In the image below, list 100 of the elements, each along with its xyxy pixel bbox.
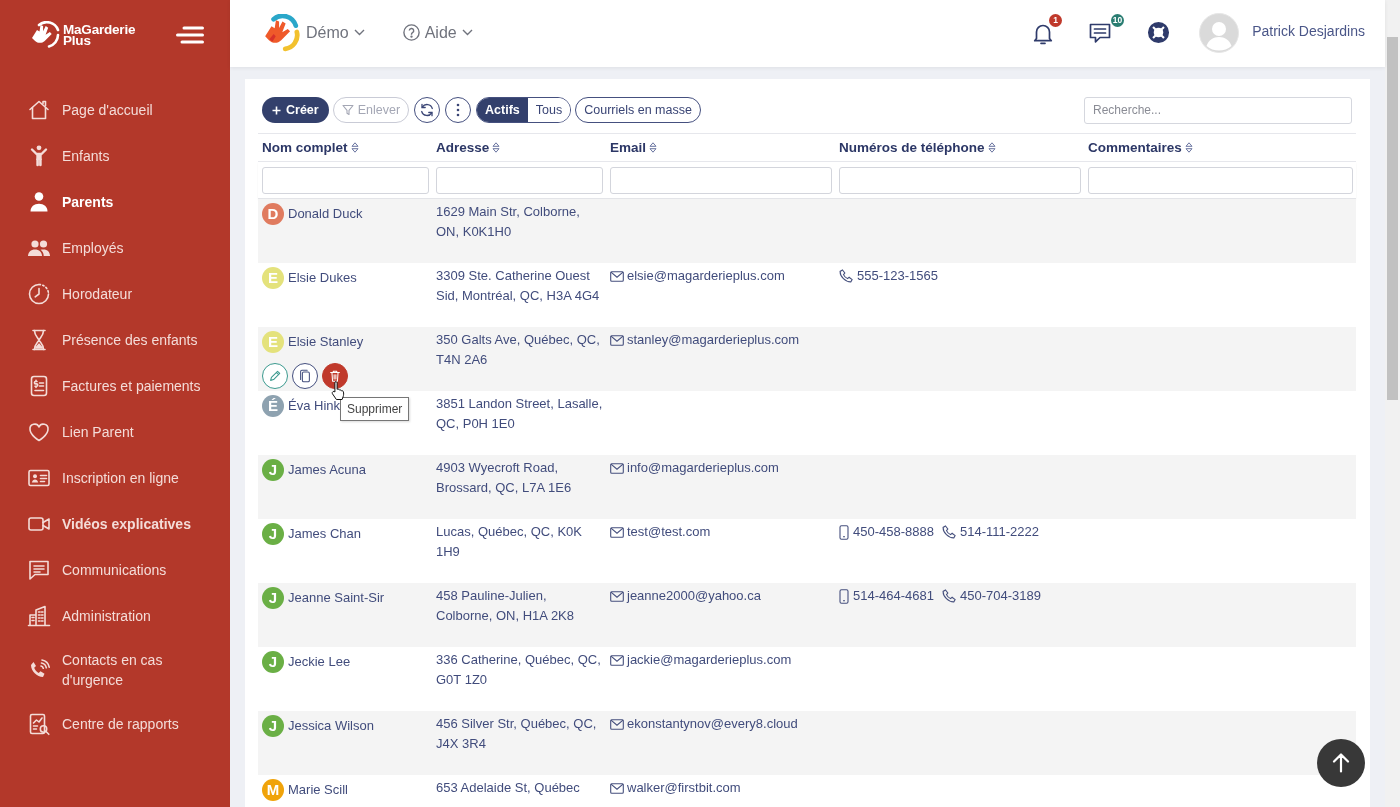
person-name: Elsie Stanley (288, 333, 364, 351)
logo-text: MaGarderie Plus (63, 23, 136, 47)
mobile-phone-icon (839, 524, 849, 540)
sidebar-item[interactable]: Inscription en ligne (0, 455, 230, 501)
envelope-icon (610, 462, 624, 474)
envelope-icon (610, 718, 624, 730)
sidebar-item[interactable]: Employés (0, 225, 230, 271)
sort-icon[interactable] (350, 142, 359, 153)
phone-number: 450-704-3189 (959, 587, 1041, 605)
status-tab[interactable]: Actifs (477, 98, 528, 122)
avatar: E (262, 331, 284, 353)
tooltip: Supprimer (340, 397, 410, 421)
filter-field[interactable] (262, 167, 429, 194)
person-name: Jessica Wilson (288, 717, 374, 735)
message-badge: 10 (1110, 13, 1125, 27)
hands-logo-icon[interactable] (262, 13, 300, 52)
filter-field[interactable] (436, 167, 603, 194)
vertical-dots-icon (456, 103, 461, 117)
email-address: jeanne2000@yahoo.ca (627, 587, 761, 605)
person-name: Jeckie Lee (288, 653, 351, 671)
avatar: J (262, 651, 284, 673)
phone-number: 450-458-8888 (853, 523, 934, 541)
phone-number: 555-123-1565 (857, 267, 938, 285)
email-address: walker@firstbit.com (627, 779, 741, 797)
sidebar-item[interactable]: Communications (0, 547, 230, 593)
trash-icon (328, 369, 342, 383)
sort-icon[interactable] (492, 142, 501, 153)
building-icon (27, 604, 51, 628)
sort-icon[interactable] (649, 142, 658, 153)
email-address: stanley@magarderieplus.com (627, 331, 800, 349)
lifebuoy-icon[interactable] (1147, 21, 1171, 44)
address-text: 3309 Ste. Catherine Ouest Sid, Montréal, QC, H3A 4G4 (436, 268, 600, 303)
create-button[interactable]: Créer (262, 97, 329, 123)
person-name: Jeanne Saint-Sir (288, 589, 385, 607)
phone-number: 514-464-4681 (853, 587, 934, 605)
avatar: J (262, 523, 284, 545)
person-name: James Acuna (288, 461, 367, 479)
person-name: Donald Duck (288, 205, 363, 223)
person-name: Éva Hink (288, 397, 341, 415)
sidebar-item[interactable]: Enfants (0, 133, 230, 179)
email-address: test@test.com (627, 523, 711, 541)
mobile-phone-icon (839, 588, 849, 604)
address-text: 1629 Main Str, Colborne, ON, K0K1H0 (436, 204, 580, 239)
sidebar-item[interactable]: Factures et paiements (0, 363, 230, 409)
column-header[interactable]: Email (610, 140, 647, 155)
envelope-icon (610, 654, 624, 666)
avatar: É (262, 395, 284, 417)
chevron-down-icon (461, 29, 473, 36)
envelope-icon (610, 526, 624, 538)
clock-icon (27, 282, 51, 306)
plus-icon (272, 105, 281, 115)
sidebar-item[interactable]: Lien Parent (0, 409, 230, 455)
search-field[interactable]: Recherche... (1084, 96, 1352, 124)
sort-icon[interactable] (987, 142, 996, 153)
sidebar-item[interactable]: Administration (0, 593, 230, 639)
sidebar-item[interactable]: Présence des enfants (0, 317, 230, 363)
column-header[interactable]: Commentaires (1088, 140, 1182, 155)
refresh-button[interactable] (414, 97, 441, 123)
avatar: J (262, 587, 284, 609)
filter-field[interactable] (839, 167, 1081, 194)
menu-icon[interactable] (176, 26, 204, 44)
copy-icon (298, 369, 312, 383)
notification-badge: 1 (1049, 13, 1063, 27)
sidebar-item[interactable]: Page d'accueil (0, 87, 230, 133)
sidebar-item[interactable]: Contacts en cas d'urgence (0, 639, 230, 701)
address-text: 336 Catherine, Québec, QC, G0T 1Z0 (436, 652, 601, 687)
bulk-email-button[interactable]: Courriels en masse (575, 97, 701, 123)
organization-menu[interactable]: Démo (306, 23, 365, 42)
address-text: 456 Silver Str, Québec, QC, J4X 3R4 (436, 716, 597, 751)
avatar: M (262, 779, 284, 801)
more-options-button[interactable] (445, 97, 472, 123)
sidebar-item[interactable]: Vidéos explicatives (0, 501, 230, 547)
phone-number: 514-111-2222 (959, 523, 1039, 541)
person-name: Elsie Dukes (288, 269, 357, 287)
sort-icon[interactable] (1184, 142, 1193, 153)
report-icon (27, 712, 51, 736)
edit-button[interactable] (262, 363, 288, 389)
pencil-icon (268, 369, 282, 383)
filter-field[interactable] (610, 167, 832, 194)
column-header[interactable]: Numéros de téléphone (839, 140, 985, 155)
email-address: elsie@magarderieplus.com (627, 267, 785, 285)
email-address: ekonstantynov@every8.cloud (627, 715, 798, 733)
column-header[interactable]: Adresse (436, 140, 490, 155)
address-text: 4903 Wyecroft Road, Brossard, QC, L7A 1E6 (436, 460, 572, 495)
help-menu[interactable]: Aide (402, 23, 473, 42)
column-header[interactable]: Nom complet (262, 140, 348, 155)
chevron-down-icon (353, 29, 365, 36)
filter-field[interactable] (1088, 167, 1353, 194)
scrollbar[interactable] (1385, 0, 1400, 807)
sidebar-item[interactable]: Centre de rapports (0, 701, 230, 747)
sidebar-item[interactable]: Parents (0, 179, 230, 225)
sidebar-item[interactable]: Horodateur (0, 271, 230, 317)
envelope-icon (610, 270, 624, 282)
phone-icon (941, 525, 956, 539)
delete-button[interactable] (322, 363, 348, 389)
copy-button[interactable] (292, 363, 318, 389)
user-name[interactable]: Patrick Desjardins (1252, 22, 1365, 39)
scrollbar-thumb[interactable] (1387, 37, 1398, 400)
address-text: 653 Adelaide St, Québec (436, 780, 580, 795)
address-text: 458 Pauline-Julien, Colborne, ON, H1A 2K8 (436, 588, 575, 623)
